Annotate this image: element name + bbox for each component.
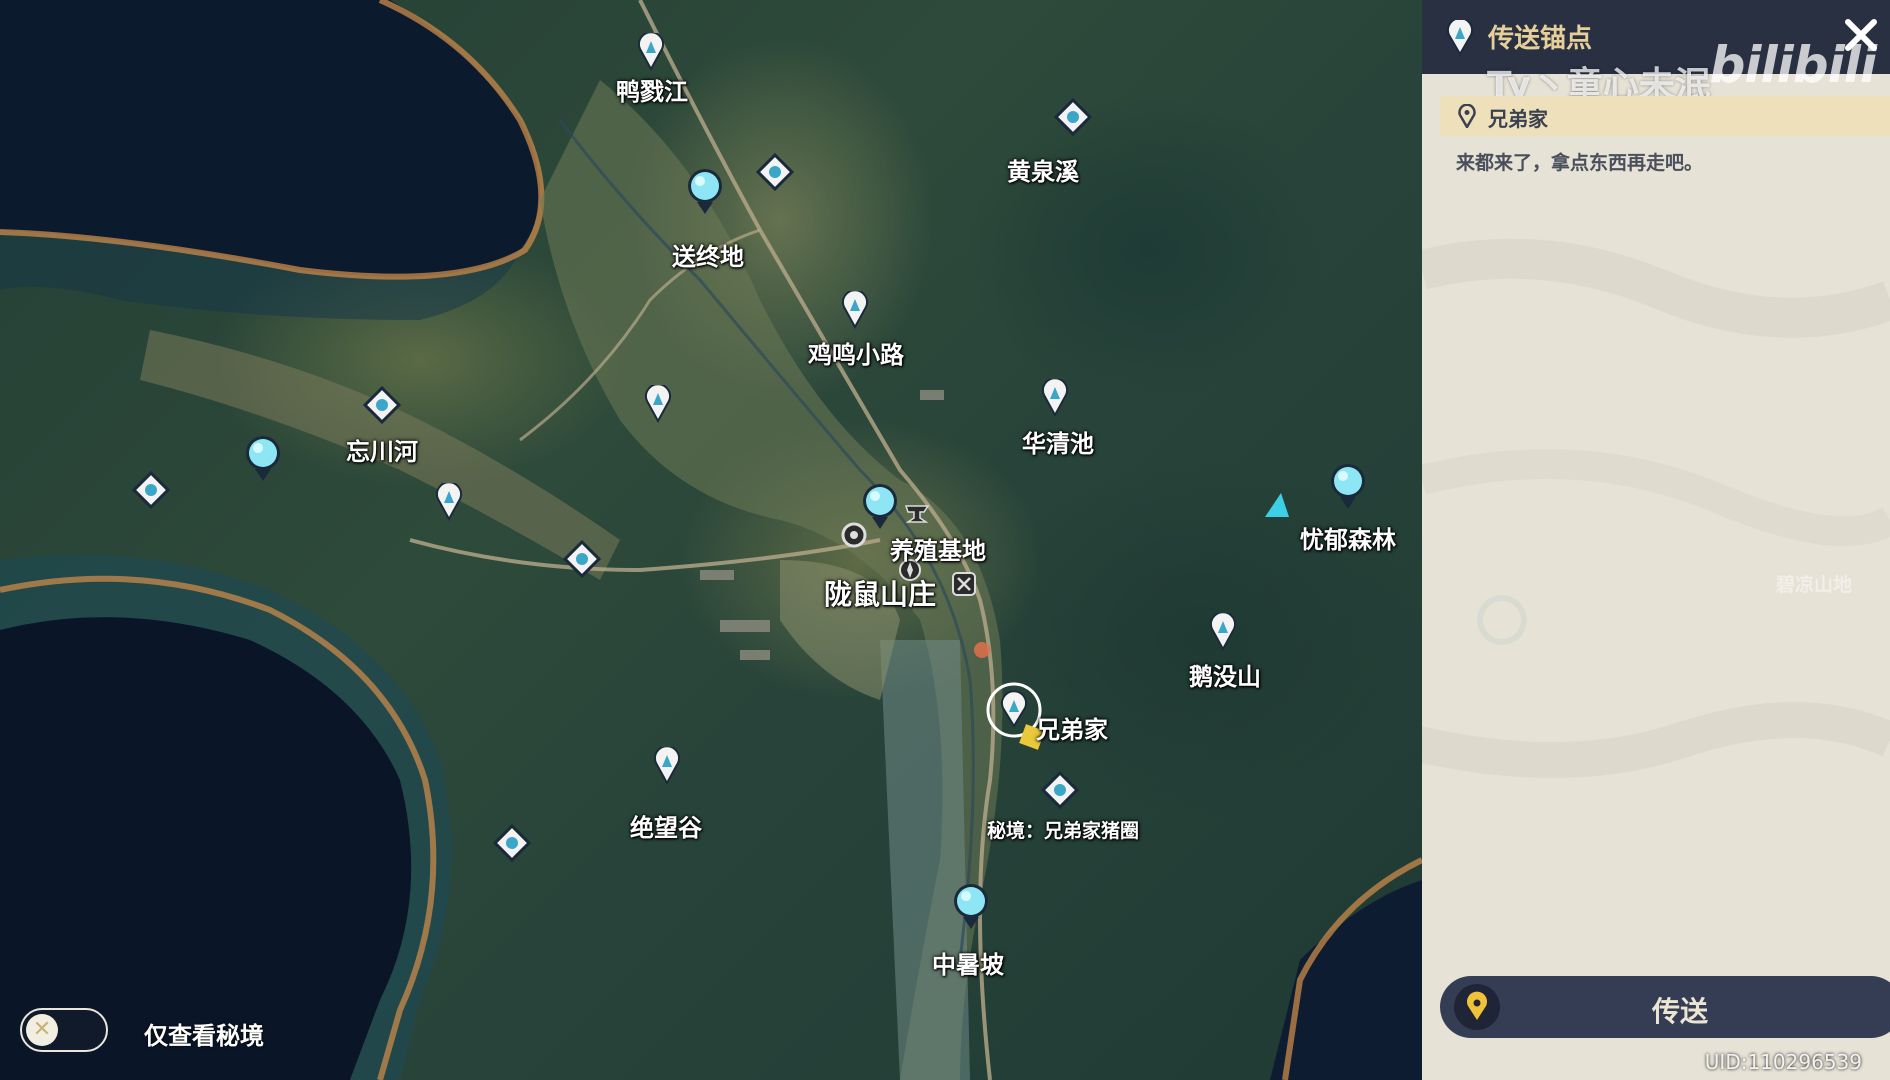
place-label-huangquanxi: 黄泉溪 <box>1007 158 1079 186</box>
place-label-youyusenlin: 忧郁森林 <box>1300 526 1396 554</box>
domain-diamond-icon[interactable] <box>492 823 532 863</box>
place-label-juewanggu: 绝望谷 <box>630 814 702 842</box>
quest-gear-icon[interactable] <box>839 520 869 550</box>
location-pin-icon <box>1458 104 1476 128</box>
secret-realm-filter: ✕ 仅查看秘境 <box>20 1008 340 1058</box>
place-label-xiongdijia: 兄弟家 <box>1036 716 1108 744</box>
teleport-label: 传送 <box>1651 995 1708 1028</box>
place-label-jimingxiaolu: 鸡鸣小路 <box>808 341 904 369</box>
place-label-longshu-shanzhuang: 陇鼠山庄 <box>823 578 937 611</box>
world-map[interactable]: 鸭戮江 黄泉溪 送终地 鸡鸣小路 忘川河 华清池 忧郁森林 养殖基地 陇鼠山庄 … <box>0 0 1422 1080</box>
anchor-pin-icon[interactable] <box>840 291 870 329</box>
filter-toggle[interactable]: ✕ <box>20 1008 108 1052</box>
uid-text: UID:110296539 <box>1704 1050 1862 1074</box>
waypoint-triangle-icon[interactable] <box>1261 491 1293 519</box>
anchor-pin-icon[interactable] <box>643 385 673 423</box>
place-label-songzhongdi: 送终地 <box>672 243 744 271</box>
anchor-pin-icon[interactable] <box>652 747 682 785</box>
teleport-waypoint-icon[interactable] <box>685 168 725 218</box>
place-label-mijing-zhujuan: 秘境：兄弟家猪圈 <box>986 820 1140 842</box>
map-terrain <box>0 0 1422 1080</box>
place-label-huaqingchi: 华清池 <box>1022 430 1094 458</box>
domain-diamond-icon[interactable] <box>131 470 171 510</box>
anchor-pin-icon[interactable] <box>636 33 666 71</box>
toggle-off-icon: ✕ <box>26 1014 58 1046</box>
domain-diamond-icon[interactable] <box>1053 97 1093 137</box>
crossed-tools-icon[interactable] <box>950 570 978 598</box>
teleport-waypoint-icon[interactable] <box>951 883 991 933</box>
location-description: 来都来了，拿点东西再走吧。 <box>1456 152 1704 174</box>
domain-diamond-icon[interactable] <box>562 539 602 579</box>
domain-diamond-icon[interactable] <box>362 385 402 425</box>
place-label-emoshan: 鹅没山 <box>1189 663 1261 691</box>
place-label-yangzhijidi: 养殖基地 <box>890 537 986 565</box>
teleport-waypoint-icon[interactable] <box>1328 463 1368 513</box>
teleport-button[interactable]: 传送 <box>1440 976 1890 1038</box>
place-label-wangchuanhe: 忘川河 <box>346 438 418 466</box>
anchor-detail-panel: 碧凉山地 传送锚点 Ty丶童心未泯 bilibili 兄弟家 来都来了，拿点东西… <box>1422 0 1890 1080</box>
place-label-biliangshandi: 碧凉山地 <box>1775 574 1853 596</box>
domain-diamond-icon[interactable] <box>1040 770 1080 810</box>
location-name: 兄弟家 <box>1488 107 1548 131</box>
enemy-marker-icon[interactable] <box>972 640 992 660</box>
teleport-anchor-icon <box>1447 20 1473 56</box>
domain-diamond-icon[interactable] <box>755 152 795 192</box>
anchor-pin-icon[interactable] <box>1208 613 1238 651</box>
filter-label: 仅查看秘境 <box>144 1022 264 1050</box>
anchor-pin-icon[interactable] <box>434 483 464 521</box>
watermark-logo: bilibili <box>1709 36 1877 94</box>
teleport-waypoint-icon[interactable] <box>243 435 283 485</box>
blacksmith-anvil-icon[interactable] <box>902 500 932 526</box>
place-label-yalujiang: 鸭戮江 <box>616 78 688 106</box>
panel-title: 传送锚点 <box>1488 24 1593 54</box>
location-row: 兄弟家 <box>1440 96 1890 136</box>
anchor-pin-icon[interactable] <box>1040 379 1070 417</box>
place-label-zhongshupo: 中暑坡 <box>932 951 1004 979</box>
